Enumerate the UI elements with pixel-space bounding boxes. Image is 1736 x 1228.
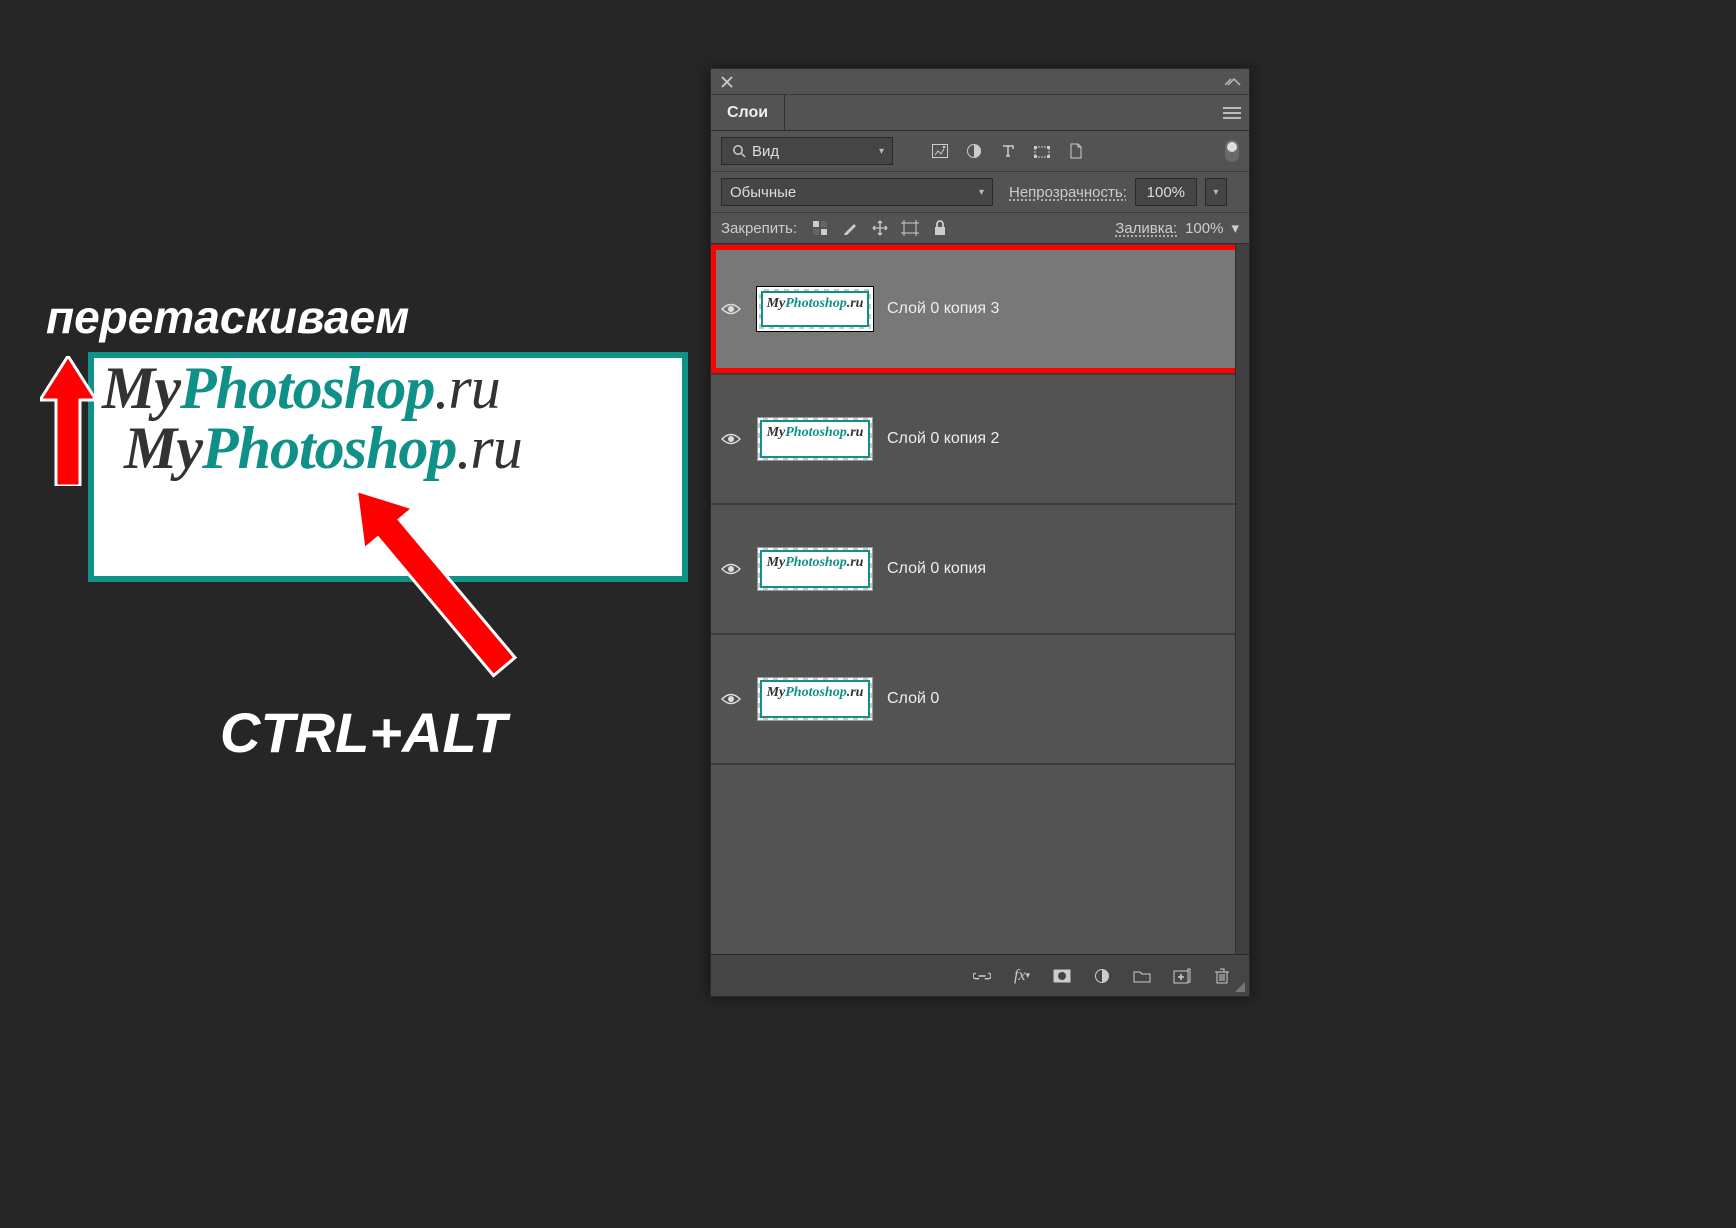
lock-position-icon[interactable] [871, 219, 889, 237]
link-layers-icon[interactable] [973, 967, 991, 985]
layer-name-label[interactable]: Слой 0 копия 3 [887, 300, 999, 318]
blend-opacity-row: Обычные ▾ Непрозрачность: 100% ▾ [711, 172, 1249, 213]
layer-mask-icon[interactable] [1053, 967, 1071, 985]
new-group-icon[interactable] [1133, 967, 1151, 985]
lock-label: Закрепить: [721, 220, 797, 237]
thumbnail-content: MyPhotoshop.ru [760, 420, 870, 458]
layer-thumbnail[interactable]: MyPhotoshop.ru [757, 547, 873, 591]
lock-artboard-icon[interactable] [901, 219, 919, 237]
thumbnail-content: MyPhotoshop.ru [760, 550, 870, 588]
fill-chevron-icon[interactable]: ▾ [1231, 219, 1239, 237]
opacity-value-input[interactable]: 100% [1135, 178, 1197, 206]
layer-item[interactable]: MyPhotoshop.ru Слой 0 копия 3 [711, 244, 1249, 374]
layer-thumbnail[interactable]: MyPhotoshop.ru [757, 417, 873, 461]
layer-filter-dropdown[interactable]: Вид ▾ [721, 137, 893, 165]
filter-type-icons [931, 142, 1085, 160]
tab-layers[interactable]: Слои [711, 95, 785, 130]
filter-toggle[interactable] [1225, 140, 1239, 162]
panel-tab-bar: Слои [711, 95, 1249, 131]
visibility-toggle-icon[interactable] [719, 427, 743, 451]
logo-part-ps: Photoshop [180, 355, 434, 421]
layer-thumbnail[interactable]: MyPhotoshop.ru [757, 677, 873, 721]
close-icon[interactable] [717, 72, 737, 92]
layer-name-label[interactable]: Слой 0 [887, 690, 939, 708]
filter-smartobject-icon[interactable] [1067, 142, 1085, 160]
adjustment-layer-icon[interactable] [1093, 967, 1111, 985]
layer-item[interactable]: MyPhotoshop.ru Слой 0 копия 2 [711, 374, 1249, 504]
opacity-label[interactable]: Непрозрачность: [1009, 184, 1127, 201]
layers-empty-area [711, 764, 1249, 954]
lock-all-icon[interactable] [931, 219, 949, 237]
layers-panel: Слои Вид ▾ Обычные [710, 68, 1250, 997]
layer-style-icon[interactable]: fx▾ [1013, 967, 1031, 985]
annotation-drag-label: перетаскиваем [46, 290, 690, 344]
logo-part-my: My [124, 415, 202, 481]
visibility-toggle-icon[interactable] [719, 557, 743, 581]
collapse-icon[interactable] [1225, 74, 1243, 90]
canvas-logo-copy-1: MyPhotoshop.ru [102, 354, 500, 423]
panel-menu-icon[interactable] [1215, 95, 1249, 130]
layers-scrollbar[interactable] [1235, 244, 1249, 954]
thumbnail-content: MyPhotoshop.ru [761, 291, 869, 327]
layers-panel-footer: fx▾ [711, 954, 1249, 996]
filter-type-icon[interactable] [999, 142, 1017, 160]
opacity-chevron-icon[interactable]: ▾ [1205, 178, 1227, 206]
layer-item[interactable]: MyPhotoshop.ru Слой 0 копия [711, 504, 1249, 634]
logo-part-ru: .ru [434, 355, 499, 421]
layer-name-label[interactable]: Слой 0 копия 2 [887, 430, 999, 448]
layer-filter-row: Вид ▾ [711, 131, 1249, 172]
fill-value-input[interactable]: 100% [1185, 220, 1223, 237]
layer-item[interactable]: MyPhotoshop.ru Слой 0 [711, 634, 1249, 764]
panel-top-bar [711, 69, 1249, 95]
lock-transparency-icon[interactable] [811, 219, 829, 237]
chevron-down-icon: ▾ [979, 187, 984, 198]
lock-fill-row: Закрепить: Заливка: 100% ▾ [711, 213, 1249, 244]
filter-pixel-icon[interactable] [931, 142, 949, 160]
layer-thumbnail[interactable]: MyPhotoshop.ru [757, 287, 873, 331]
chevron-down-icon: ▾ [879, 146, 884, 157]
layer-filter-label: Вид [752, 143, 779, 160]
visibility-toggle-icon[interactable] [719, 297, 743, 321]
annotation-arrow-up-icon [40, 356, 96, 491]
search-icon [730, 142, 748, 160]
logo-part-my: My [102, 355, 180, 421]
annotation-shortcut-label: CTRL+ALT [220, 700, 507, 765]
visibility-toggle-icon[interactable] [719, 687, 743, 711]
filter-shape-icon[interactable] [1033, 142, 1051, 160]
delete-layer-icon[interactable] [1213, 967, 1231, 985]
layer-name-label[interactable]: Слой 0 копия [887, 560, 986, 578]
blend-mode-dropdown[interactable]: Обычные ▾ [721, 178, 993, 206]
lock-pixels-icon[interactable] [841, 219, 859, 237]
blend-mode-value: Обычные [730, 184, 796, 201]
layers-list: MyPhotoshop.ru Слой 0 копия 3 MyPhotosho… [711, 244, 1249, 954]
annotation-arrow-diagonal-icon [320, 470, 560, 715]
new-layer-icon[interactable] [1173, 967, 1191, 985]
fill-label[interactable]: Заливка: [1115, 220, 1177, 237]
filter-adjustment-icon[interactable] [965, 142, 983, 160]
resize-grip-icon[interactable] [1235, 982, 1245, 992]
thumbnail-content: MyPhotoshop.ru [760, 680, 870, 718]
